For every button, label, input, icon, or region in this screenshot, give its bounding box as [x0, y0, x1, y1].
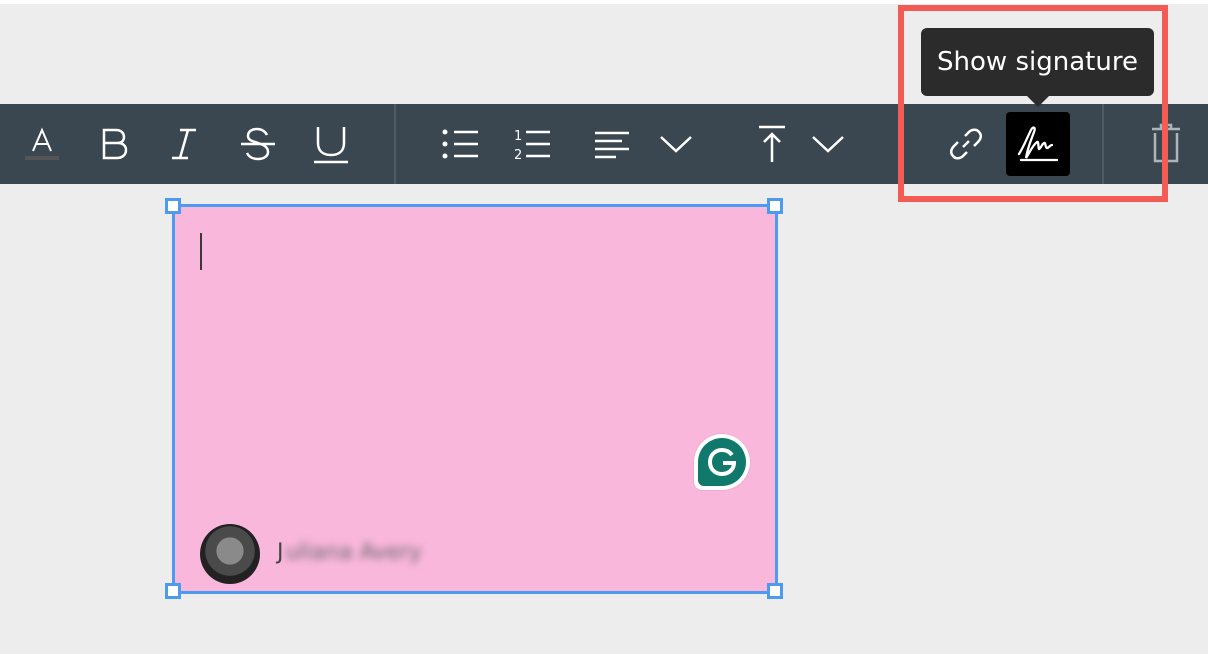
numbered-list-icon: 1 2 [514, 129, 550, 162]
tooltip: Show signature [921, 28, 1154, 96]
show-signature-button[interactable] [1006, 112, 1070, 176]
chevron-down-icon [812, 136, 844, 153]
top-strip [0, 0, 1208, 4]
sticky-note[interactable] [172, 204, 778, 594]
resize-handle-bottom-left[interactable] [165, 583, 181, 599]
svg-text:1: 1 [514, 129, 522, 144]
trash-icon [1152, 123, 1180, 163]
align-dropdown[interactable] [656, 104, 696, 184]
link-button[interactable] [944, 104, 988, 184]
resize-handle-bottom-right[interactable] [767, 583, 783, 599]
resize-handle-top-left[interactable] [165, 198, 181, 214]
bold-icon [102, 128, 128, 160]
author-avatar [200, 524, 260, 584]
strikethrough-button[interactable] [236, 104, 280, 184]
align-left-icon [595, 131, 629, 159]
align-top-icon [759, 125, 785, 162]
grammarly-button[interactable] [694, 434, 750, 490]
underline-icon [314, 127, 348, 164]
toolbar-divider [394, 104, 396, 184]
strikethrough-icon [241, 127, 275, 161]
text-color-icon [25, 127, 59, 160]
svg-text:2: 2 [514, 148, 522, 162]
bulleted-list-button[interactable] [438, 104, 482, 184]
delete-button[interactable] [1146, 104, 1186, 184]
text-caret [200, 233, 202, 270]
vertical-align-button[interactable] [752, 104, 792, 184]
chevron-down-icon [660, 136, 692, 153]
vertical-align-dropdown[interactable] [808, 104, 848, 184]
toolbar-divider [1102, 104, 1104, 184]
tooltip-arrow [1027, 96, 1049, 107]
italic-icon [172, 128, 196, 160]
signature-icon [1017, 126, 1059, 162]
text-color-button[interactable] [20, 104, 64, 184]
author-name: Juliana Avery [277, 540, 422, 565]
bold-button[interactable] [92, 104, 136, 184]
numbered-list-button[interactable]: 1 2 [510, 104, 554, 184]
align-left-button[interactable] [590, 104, 634, 184]
author-name-blurred: uliana Avery [285, 540, 422, 565]
underline-button[interactable] [308, 104, 354, 184]
link-icon [949, 128, 983, 160]
grammarly-icon [698, 438, 746, 486]
italic-button[interactable] [162, 104, 206, 184]
bulleted-list-icon [442, 129, 478, 159]
resize-handle-top-right[interactable] [767, 198, 783, 214]
author-initial: J [277, 540, 284, 565]
